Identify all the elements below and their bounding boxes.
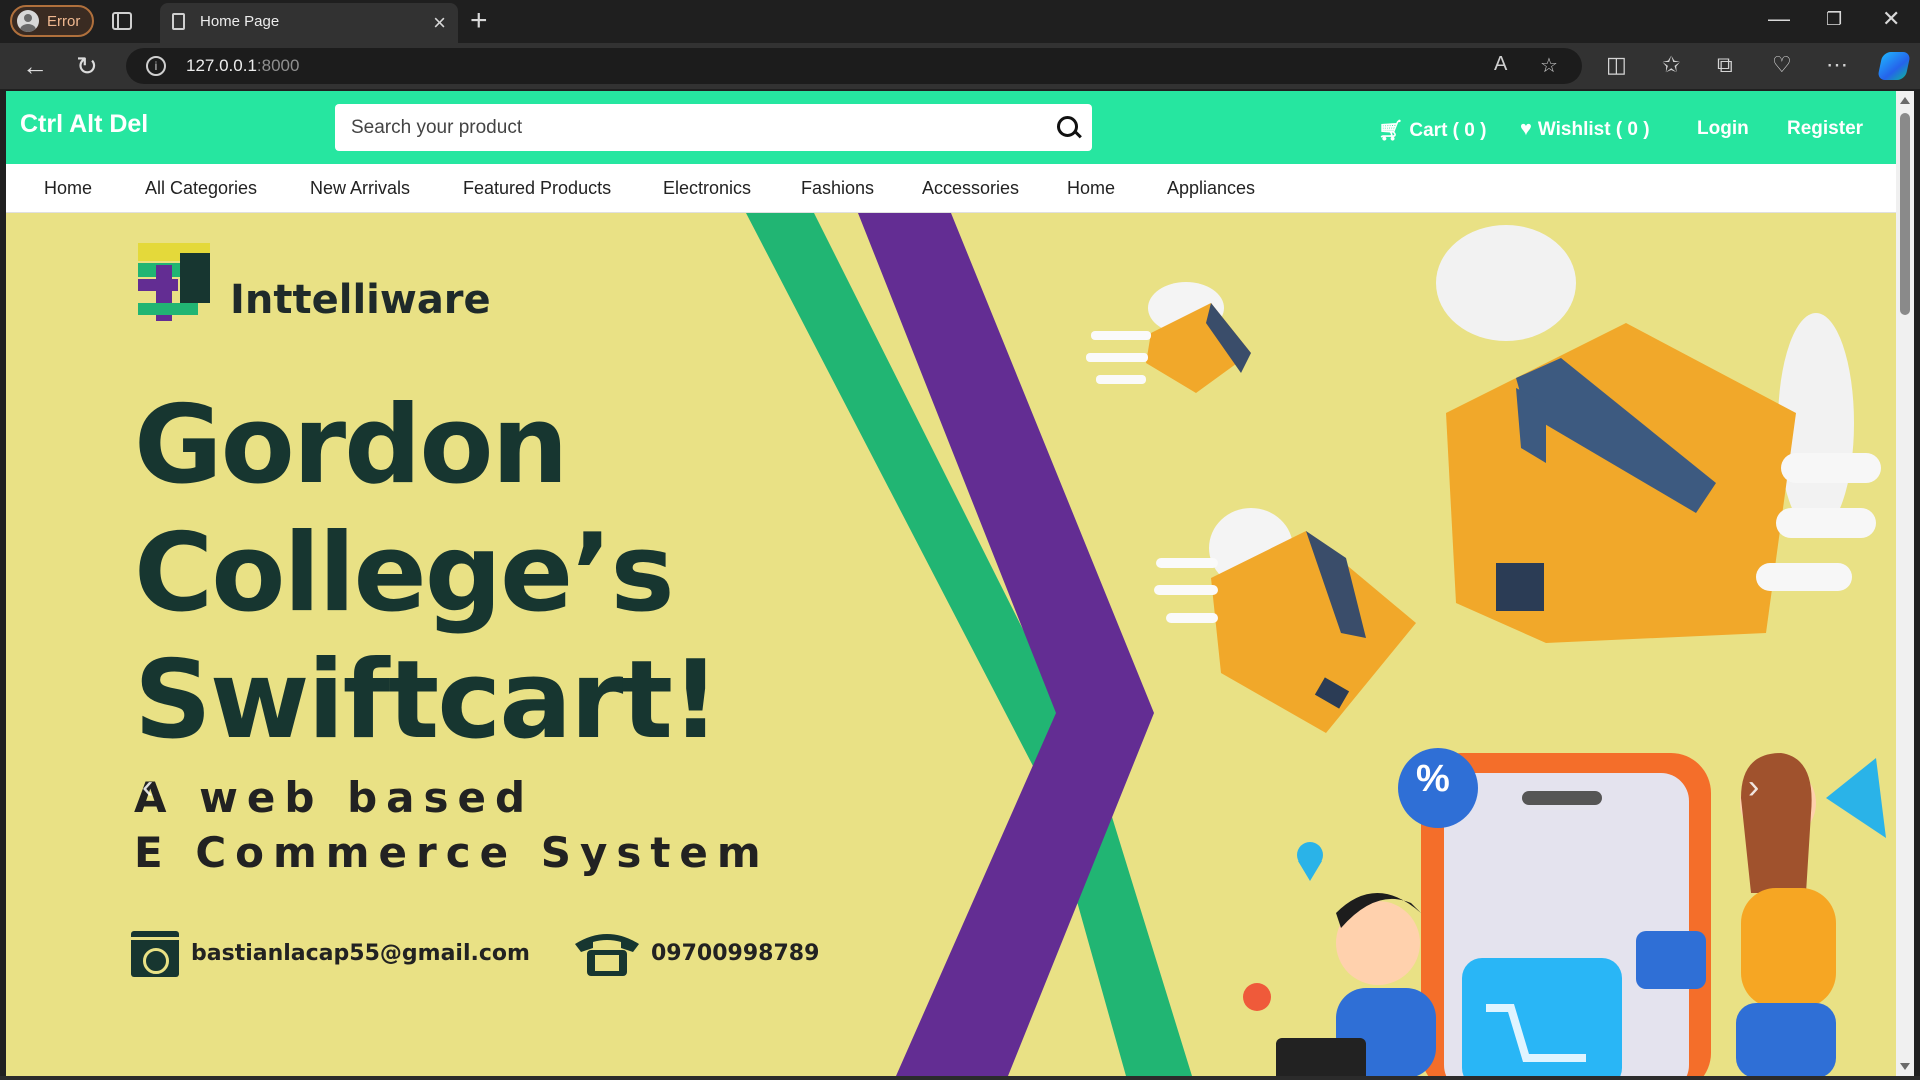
minimize-icon[interactable]: — xyxy=(1768,6,1790,32)
register-link[interactable]: Register xyxy=(1787,118,1863,140)
product-search-input[interactable]: Search your product xyxy=(335,104,1092,151)
site-header: Ctrl Alt Del Search your product 🛒︎ Cart… xyxy=(6,91,1896,164)
search-placeholder: Search your product xyxy=(351,117,523,138)
site-info-icon[interactable]: i xyxy=(146,56,166,76)
url-field[interactable]: i 127.0.0.1:8000 A ☆ xyxy=(126,48,1582,84)
discount-percent-label: % xyxy=(1416,758,1450,800)
subtitle-line-1: A web based xyxy=(134,773,535,822)
telephone-icon xyxy=(575,934,639,976)
more-options-icon[interactable]: ⋯ xyxy=(1826,52,1848,78)
headline-line-1: Gordon xyxy=(134,383,568,508)
login-link[interactable]: Login xyxy=(1697,118,1749,140)
category-nav: Home All Categories New Arrivals Feature… xyxy=(6,164,1896,213)
heart-icon: ♥ xyxy=(1520,118,1532,140)
read-aloud-icon[interactable]: A xyxy=(1494,53,1507,76)
site-brand[interactable]: Ctrl Alt Del xyxy=(20,110,148,139)
profile-avatar-icon xyxy=(17,10,39,32)
scroll-up-icon[interactable] xyxy=(1900,97,1910,104)
nav-item-appliances[interactable]: Appliances xyxy=(1167,178,1255,199)
wishlist-label: Wishlist ( 0 ) xyxy=(1537,118,1650,140)
carousel-prev-icon[interactable]: ‹ xyxy=(142,768,153,807)
nav-item-all-categories[interactable]: All Categories xyxy=(145,178,257,199)
man-with-laptop-illustration xyxy=(1276,893,1436,1076)
cart-icon: 🛒︎ xyxy=(1378,120,1404,142)
collections-icon[interactable]: ⧉ xyxy=(1717,52,1733,78)
nav-item-accessories[interactable]: Accessories xyxy=(922,178,1019,199)
location-pin-icon xyxy=(1297,842,1323,881)
address-bar-row: ← ↻ i 127.0.0.1:8000 A ☆ ◫ ✩ ⧉ ♡ ⋯ xyxy=(0,43,1920,89)
scrollbar-thumb[interactable] xyxy=(1900,113,1910,315)
tab-home-page[interactable]: Home Page × xyxy=(160,3,458,43)
flying-box-large xyxy=(1436,225,1881,643)
wishlist-link[interactable]: ♥ Wishlist ( 0 ) xyxy=(1520,118,1650,141)
contact-phone: 09700998789 xyxy=(651,941,820,966)
cart-link[interactable]: 🛒︎ Cart ( 0 ) xyxy=(1378,118,1486,143)
tab-title: Home Page xyxy=(200,13,280,30)
search-icon[interactable] xyxy=(1057,116,1078,137)
tab-actions-icon[interactable] xyxy=(112,12,132,30)
hero-carousel: Inttelliware % Gordon College’s Swiftcar… xyxy=(6,213,1896,1076)
browser-essentials-icon[interactable]: ♡ xyxy=(1772,52,1792,78)
subtitle-line-2: E Commerce System xyxy=(134,828,770,877)
url-text: 127.0.0.1:8000 xyxy=(186,56,300,75)
browser-tab-bar: Error Home Page × + — ❐ ✕ xyxy=(0,0,1920,43)
nav-item-home-2[interactable]: Home xyxy=(1067,178,1115,199)
new-tab-icon[interactable]: + xyxy=(470,4,488,38)
restore-icon[interactable]: ❐ xyxy=(1826,9,1842,30)
profile-button[interactable]: Error xyxy=(10,5,94,37)
company-name: Inttelliware xyxy=(230,277,491,323)
nav-item-new-arrivals[interactable]: New Arrivals xyxy=(310,178,410,199)
page-icon xyxy=(172,13,185,30)
profile-status-label: Error xyxy=(47,12,81,30)
nav-item-fashions[interactable]: Fashions xyxy=(801,178,874,199)
headline-line-3: Swiftcart! xyxy=(134,638,720,763)
flying-box-medium xyxy=(1154,508,1416,733)
nav-item-home[interactable]: Home xyxy=(44,178,92,199)
nav-item-electronics[interactable]: Electronics xyxy=(663,178,751,199)
nav-item-featured-products[interactable]: Featured Products xyxy=(463,178,611,199)
inttelliware-logo-icon xyxy=(138,243,210,321)
scroll-down-icon[interactable] xyxy=(1900,1063,1910,1070)
contact-email: bastianlacap55@gmail.com xyxy=(191,941,530,966)
carousel-next-icon[interactable]: › xyxy=(1748,768,1759,807)
split-screen-icon[interactable]: ◫ xyxy=(1606,52,1627,78)
check-badge-icon xyxy=(1243,983,1271,1011)
web-page: Ctrl Alt Del Search your product 🛒︎ Cart… xyxy=(6,91,1896,1076)
globe-icon xyxy=(131,931,179,977)
headline-line-2: College’s xyxy=(134,511,675,636)
close-tab-icon[interactable]: × xyxy=(433,10,446,36)
refresh-icon[interactable]: ↻ xyxy=(76,51,98,82)
back-icon[interactable]: ← xyxy=(22,51,48,82)
close-window-icon[interactable]: ✕ xyxy=(1882,6,1900,32)
flying-box-small xyxy=(1086,282,1251,393)
window-bottom-edge xyxy=(0,1076,1920,1080)
favorite-star-icon[interactable]: ☆ xyxy=(1540,53,1558,78)
cart-label: Cart ( 0 ) xyxy=(1409,119,1487,141)
page-scrollbar[interactable] xyxy=(1896,91,1914,1076)
favorites-icon[interactable]: ✩ xyxy=(1662,52,1680,78)
